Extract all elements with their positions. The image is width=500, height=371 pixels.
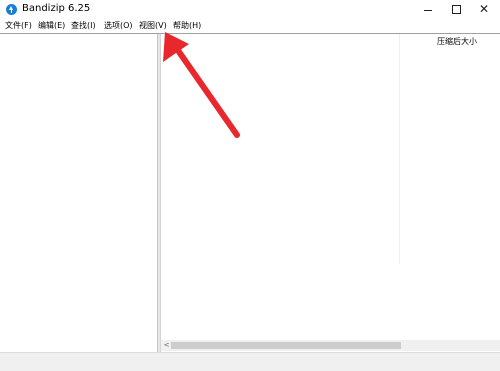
column-divider bbox=[399, 34, 400, 264]
title-bar[interactable]: Bandizip 6.25 ✕ bbox=[0, 0, 500, 19]
chevron-left-icon[interactable]: < bbox=[162, 340, 171, 351]
menu-find[interactable]: 查找(I) bbox=[71, 20, 96, 32]
menu-file[interactable]: 文件(F) bbox=[5, 20, 32, 32]
window-title: Bandizip 6.25 bbox=[22, 3, 91, 14]
menu-view[interactable]: 视图(V) bbox=[139, 20, 167, 32]
file-list-pane[interactable]: 压缩后大小 < bbox=[161, 34, 500, 352]
horizontal-scrollbar[interactable]: < bbox=[161, 340, 500, 351]
status-bar bbox=[0, 352, 500, 371]
folder-tree-pane[interactable] bbox=[0, 34, 157, 352]
maximize-button[interactable] bbox=[441, 0, 471, 19]
maximize-icon bbox=[452, 5, 461, 14]
bandizip-window: Bandizip 6.25 ✕ 文件(F) 编辑(E) 查找(I) 选项(O) … bbox=[0, 0, 500, 371]
column-header-compressed-size[interactable]: 压缩后大小 bbox=[437, 36, 477, 48]
menu-options[interactable]: 选项(O) bbox=[104, 20, 133, 32]
menu-bar: 文件(F) 编辑(E) 查找(I) 选项(O) 视图(V) 帮助(H) bbox=[0, 19, 500, 33]
close-button[interactable]: ✕ bbox=[470, 0, 500, 19]
minimize-button[interactable] bbox=[413, 0, 443, 19]
close-icon: ✕ bbox=[479, 2, 490, 16]
scrollbar-thumb[interactable] bbox=[171, 342, 401, 349]
bandizip-logo-icon bbox=[6, 4, 17, 15]
file-list-header: 压缩后大小 bbox=[161, 34, 500, 48]
minimize-icon bbox=[424, 10, 432, 11]
menu-help[interactable]: 帮助(H) bbox=[173, 20, 201, 32]
menu-edit[interactable]: 编辑(E) bbox=[38, 20, 65, 32]
